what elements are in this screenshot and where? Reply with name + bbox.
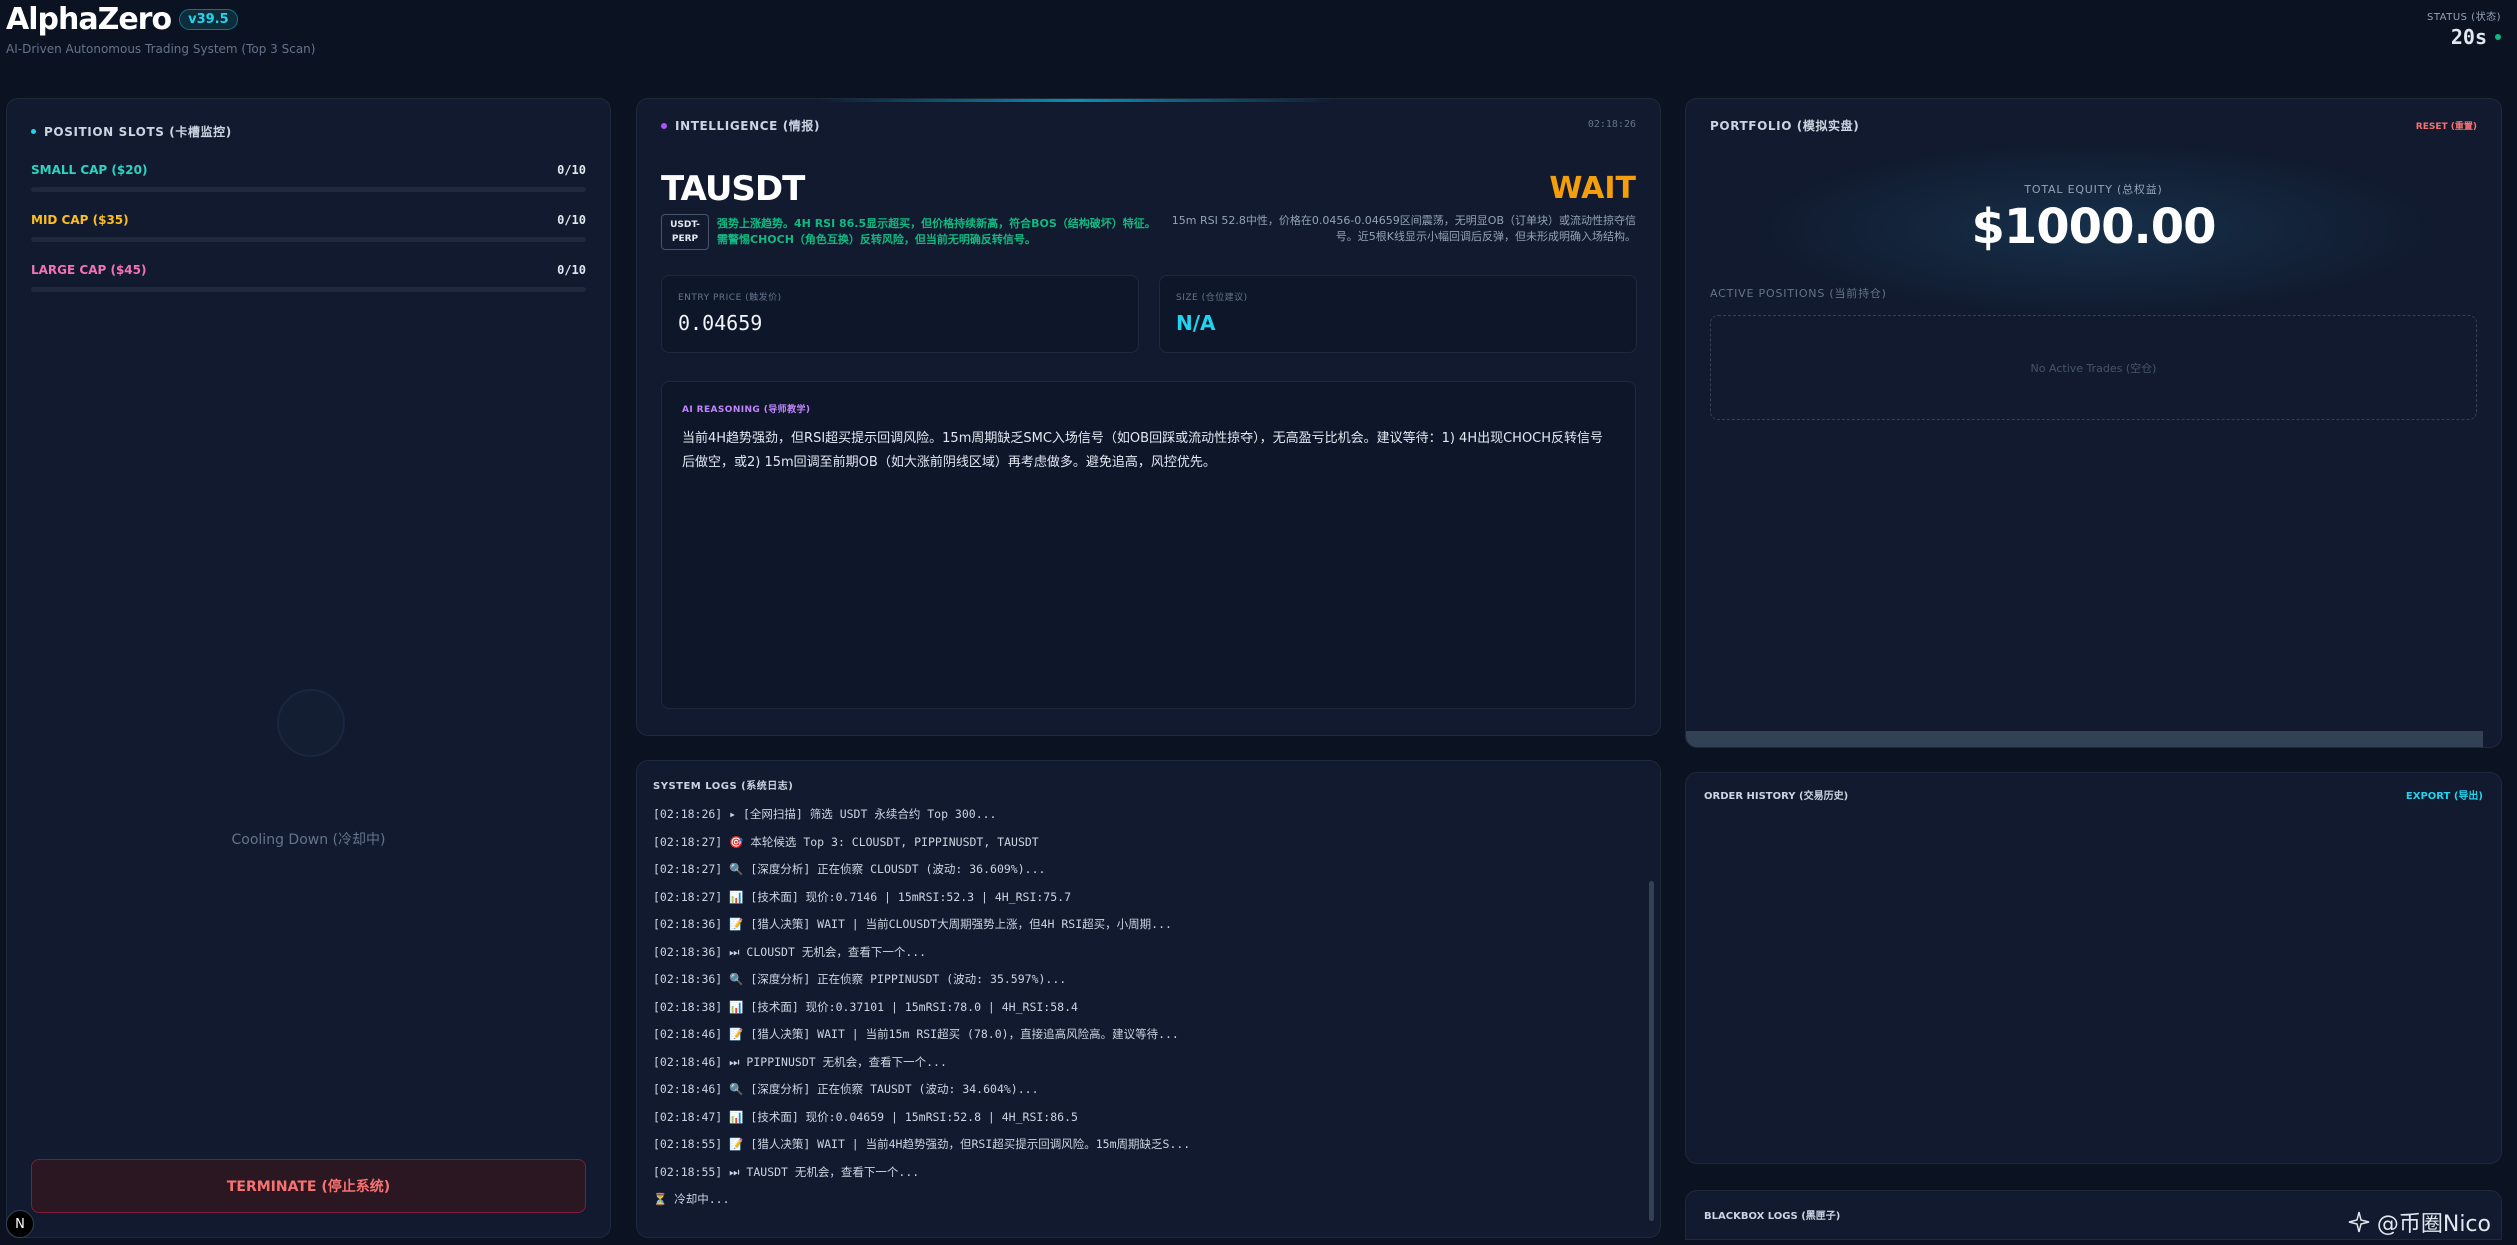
intel-header: INTELLIGENCE (情报) <box>661 117 820 134</box>
log-line: [02:18:55] 📝 [猎人决策] WAIT | 当前4H趋势强劲，但RSI… <box>653 1137 1191 1151</box>
log-line: ⏳ 冷却中... <box>653 1192 730 1206</box>
blackbox-title: BLACKBOX LOGS (黑匣子) <box>1704 1211 1841 1222</box>
slot-label: SMALL CAP ($20) <box>31 163 148 177</box>
slot-label: MID CAP ($35) <box>31 213 129 227</box>
terminate-button[interactable]: TERMINATE (停止系统) <box>31 1159 586 1213</box>
log-line: [02:18:46] 🔍 [深度分析] 正在侦察 TAUSDT (波动: 34.… <box>653 1082 1039 1096</box>
watermark: @币圈Nico <box>2347 1206 2491 1238</box>
entry-price-box: ENTRY PRICE (触发价) 0.04659 <box>661 275 1139 353</box>
position-slots-panel: POSITION SLOTS (卡槽监控) SMALL CAP ($20) 0/… <box>6 98 611 1238</box>
watermark-text: @币圈Nico <box>2376 1212 2491 1237</box>
log-line: [02:18:27] 🔍 [深度分析] 正在侦察 CLOUSDT (波动: 36… <box>653 862 1046 876</box>
ai-reasoning-box: AI REASONING (导师教学) 当前4H趋势强劲，但RSI超买提示回调风… <box>661 381 1636 709</box>
status-online-dot-icon <box>2495 34 2501 40</box>
status-label: STATUS (状态) <box>2426 12 2501 23</box>
intel-timestamp: 02:18:26 <box>1587 119 1636 130</box>
log-line: [02:18:27] 📊 [技术面] 现价:0.7146 | 15mRSI:52… <box>653 889 1071 904</box>
slots-header: POSITION SLOTS (卡槽监控) <box>31 123 232 140</box>
log-list[interactable]: [02:18:26] ▸ [全网扫描] 筛选 USDT 永续合约 Top 300… <box>653 801 1636 1214</box>
slot-count: 0/10 <box>557 263 586 277</box>
no-active-trades: No Active Trades (空仓) <box>1710 315 2477 420</box>
slot-label: LARGE CAP ($45) <box>31 263 147 277</box>
slot-count: 0/10 <box>557 163 586 177</box>
log-line: [02:18:46] ⏭ PIPPINUSDT 无机会，查看下一个... <box>653 1054 947 1069</box>
watermark-logo-icon <box>2348 1211 2370 1233</box>
slots-title: POSITION SLOTS (卡槽监控) <box>44 125 232 139</box>
log-line: [02:18:55] ⏭ TAUSDT 无机会，查看下一个... <box>653 1164 920 1179</box>
log-line: [02:18:26] ▸ [全网扫描] 筛选 USDT 永续合约 Top 300… <box>653 807 997 821</box>
app-header: AlphaZero v39.5 AI-Driven Autonomous Tra… <box>0 0 2517 90</box>
dev-tools-button[interactable]: N <box>6 1210 34 1238</box>
size-label: SIZE (仓位建议) <box>1176 293 1248 303</box>
intel-glow-line <box>817 99 1337 102</box>
logs-title: SYSTEM LOGS (系统日志) <box>653 781 794 792</box>
slot-mid-cap: MID CAP ($35) 0/10 <box>31 213 586 242</box>
ai-reasoning-text: 当前4H趋势强劲，但RSI超买提示回调风险。15m周期缺乏SMC入场信号（如OB… <box>682 431 1604 470</box>
orders-title: ORDER HISTORY (交易历史) <box>1704 791 1849 802</box>
status-countdown: 20s <box>2450 25 2487 49</box>
size-box: SIZE (仓位建议) N/A <box>1159 275 1637 353</box>
size-value: N/A <box>1176 311 1216 335</box>
reset-button[interactable]: RESET (重置) <box>2416 119 2477 132</box>
brand: AlphaZero v39.5 <box>6 2 238 37</box>
log-line: [02:18:36] ⏭ CLOUSDT 无机会，查看下一个... <box>653 944 927 959</box>
order-history-panel: ORDER HISTORY (交易历史) EXPORT (导出) <box>1685 772 2502 1164</box>
log-line: [02:18:47] 📊 [技术面] 现价:0.04659 | 15mRSI:5… <box>653 1109 1078 1124</box>
log-line: [02:18:46] 📝 [猎人决策] WAIT | 当前15m RSI超买 (… <box>653 1027 1179 1041</box>
intelligence-panel: INTELLIGENCE (情报) 02:18:26 TAUSDT WAIT U… <box>636 98 1661 736</box>
app-title: AlphaZero <box>6 2 172 37</box>
trend-analysis: 强势上涨趋势。4H RSI 86.5显示超买，但价格持续新高，符合BOS（结构破… <box>717 217 1156 246</box>
detail-analysis: 15m RSI 52.8中性，价格在0.0456-0.04659区间震荡，无明显… <box>1171 214 1636 243</box>
portfolio-panel: PORTFOLIO (模拟实盘) RESET (重置) TOTAL EQUITY… <box>1685 98 2502 748</box>
log-line: [02:18:36] 📝 [猎人决策] WAIT | 当前CLOUSDT大周期强… <box>653 917 1172 931</box>
slot-progress-bar <box>31 187 586 192</box>
log-line: [02:18:27] 🎯 本轮候选 Top 3: CLOUSDT, PIPPIN… <box>653 834 1039 849</box>
slot-count: 0/10 <box>557 213 586 227</box>
status-value: 20s <box>2427 25 2501 49</box>
cooldown-text: Cooling Down (冷却中) <box>231 832 386 848</box>
active-positions-label: ACTIVE POSITIONS (当前持仓) <box>1710 287 1887 300</box>
slot-progress-bar <box>31 287 586 292</box>
portfolio-horizontal-scrollbar[interactable] <box>1686 731 2483 747</box>
slot-large-cap: LARGE CAP ($45) 0/10 <box>31 263 586 292</box>
slot-small-cap: SMALL CAP ($20) 0/10 <box>31 163 586 192</box>
export-button[interactable]: EXPORT (导出) <box>2406 787 2483 802</box>
entry-price-value: 0.04659 <box>678 311 763 335</box>
ai-reasoning-label: AI REASONING (导师教学) <box>682 405 811 415</box>
intel-dot-icon <box>661 122 667 129</box>
cooldown-timer-icon <box>277 689 345 757</box>
intel-title: INTELLIGENCE (情报) <box>675 119 821 133</box>
perp-badge: USDT-PERP <box>661 214 709 250</box>
symbol-name: TAUSDT <box>661 169 805 209</box>
app-subtitle: AI-Driven Autonomous Trading System (Top… <box>6 42 316 56</box>
slot-progress-bar <box>31 237 586 242</box>
signal-badge: WAIT <box>1549 171 1636 206</box>
equity-value: $1000.00 <box>1971 199 2216 255</box>
log-line: [02:18:36] 🔍 [深度分析] 正在侦察 PIPPINUSDT (波动:… <box>653 972 1067 986</box>
entry-price-label: ENTRY PRICE (触发价) <box>678 293 782 303</box>
system-logs-panel: SYSTEM LOGS (系统日志) [02:18:26] ▸ [全网扫描] 筛… <box>636 760 1661 1238</box>
version-badge: v39.5 <box>179 9 238 30</box>
logs-scrollbar-thumb[interactable] <box>1649 881 1654 1221</box>
equity-label: TOTAL EQUITY (总权益) <box>2024 183 2163 196</box>
status-block: STATUS (状态) 20s <box>2427 8 2501 49</box>
slots-dot-icon <box>31 129 36 134</box>
portfolio-title: PORTFOLIO (模拟实盘) <box>1710 119 1860 133</box>
log-line: [02:18:38] 📊 [技术面] 现价:0.37101 | 15mRSI:7… <box>653 999 1078 1014</box>
